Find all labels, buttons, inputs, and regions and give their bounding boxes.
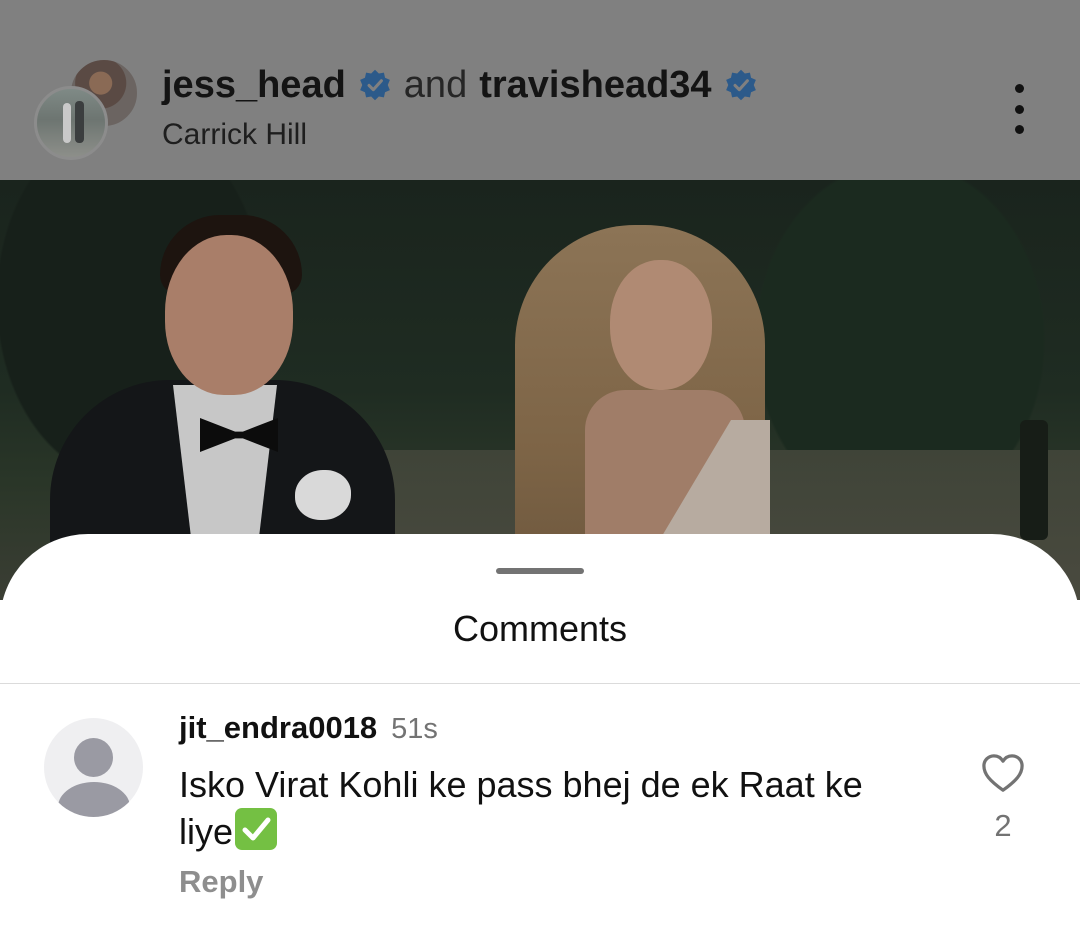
post-location[interactable]: Carrick Hill [162,118,307,152]
comments-sheet: Comments jit_endra0018 51s Isko Virat Ko… [0,534,1080,950]
comment-text: Isko Virat Kohli ke pass bhej de ek Raat… [179,764,863,852]
verified-badge-icon [359,69,390,101]
more-vertical-icon[interactable] [1004,84,1034,134]
author-connector: and [403,63,468,106]
comment-meta: jit_endra0018 51s [179,710,438,746]
username-travishead34[interactable]: travishead34 [479,64,711,107]
post-authors: jess_head and travishead34 [162,60,758,110]
verified-badge-icon [725,69,756,101]
post-header: jess_head and travishead34 Carrick Hill [0,0,1080,180]
avatar-travishead34[interactable] [34,86,108,160]
like-count: 2 [994,808,1012,843]
commenter-avatar[interactable] [44,718,143,817]
sheet-drag-handle[interactable] [496,568,584,574]
comment-timestamp: 51s [391,713,438,745]
sheet-title: Comments [452,608,628,649]
username-jess-head[interactable]: jess_head [162,64,346,107]
comment-body: Isko Virat Kohli ke pass bhej de ek Raat… [179,762,919,855]
checkmark-emoji-icon [235,808,278,850]
reply-button[interactable]: Reply [179,864,263,900]
comment-username[interactable]: jit_endra0018 [179,710,377,746]
heart-icon[interactable] [980,752,1026,794]
divider [0,683,1080,684]
